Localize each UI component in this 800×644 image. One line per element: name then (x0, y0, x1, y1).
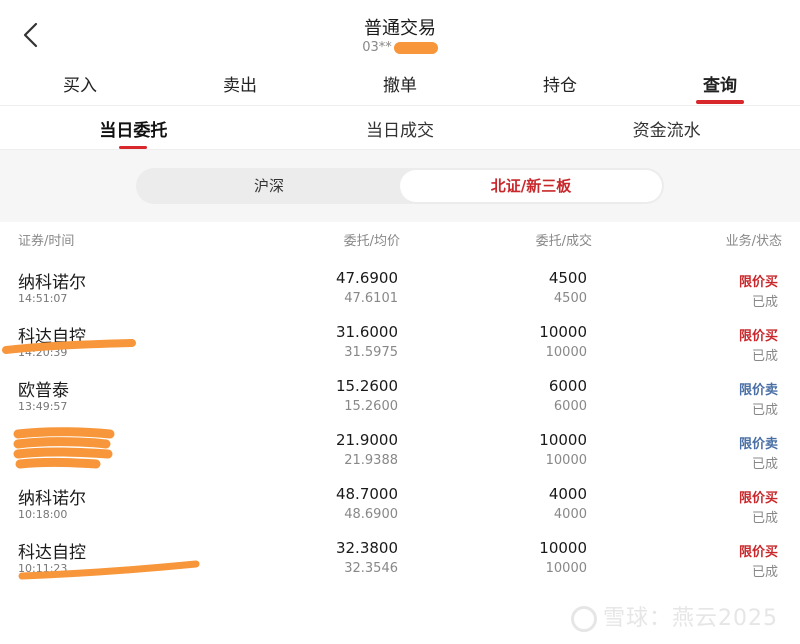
order-time: 13:49:57 (18, 400, 68, 413)
table-row[interactable]: 纳科诺尔 14:51:07 47.6900 47.6101 4500 4500 … (0, 268, 800, 322)
order-quantity: 10000 (539, 539, 587, 557)
account-redaction (393, 41, 438, 54)
tab-positions-label: 持仓 (543, 76, 577, 96)
sub-tabs: 当日委托 当日成交 资金流水 (0, 106, 800, 150)
filled-quantity: 4000 (553, 507, 587, 522)
table-header: 证券/时间 委托/均价 委托/成交 业务/状态 (0, 230, 800, 252)
average-price: 48.6900 (344, 507, 398, 522)
watermark-text: 雪球：燕云2025 (603, 606, 778, 631)
order-time: 10:11:23 (18, 562, 68, 575)
tab-fund-flow-label: 资金流水 (632, 121, 701, 141)
average-price: 32.3546 (344, 561, 398, 576)
filled-quantity: 4500 (553, 291, 587, 306)
segment-shanghai-shenzhen[interactable]: 沪深 (138, 170, 400, 202)
order-status: 已成 (751, 403, 778, 418)
table-row[interactable]: 21.9000 21.9388 10000 10000 限价卖 已成 (0, 430, 800, 484)
segment-beijing-neeq[interactable]: 北证/新三板 (400, 170, 662, 202)
average-price: 15.2600 (344, 399, 398, 414)
order-status: 已成 (751, 349, 778, 364)
order-time: 14:20:39 (18, 346, 68, 359)
average-price: 47.6101 (344, 291, 398, 306)
order-status: 已成 (751, 295, 778, 310)
watermark: 雪球：燕云2025 (571, 600, 778, 632)
filled-quantity: 6000 (553, 399, 587, 414)
table-row[interactable]: 科达自控 10:11:23 32.3800 32.3546 10000 1000… (0, 538, 800, 592)
filled-quantity: 10000 (545, 453, 587, 468)
account-number: 03** (0, 40, 800, 55)
tab-cancel[interactable]: 撤单 (320, 64, 480, 105)
header: 普通交易 03** (0, 0, 800, 62)
header-type-status: 业务/状态 (725, 234, 782, 249)
average-price: 31.5975 (344, 345, 398, 360)
tab-positions[interactable]: 持仓 (480, 64, 640, 105)
tab-cancel-label: 撤单 (383, 76, 417, 96)
tab-today-trades-label: 当日成交 (366, 121, 434, 141)
header-order-filled: 委托/成交 (535, 234, 592, 249)
order-status: 已成 (751, 511, 778, 526)
header-order-avg-price: 委托/均价 (343, 234, 400, 249)
order-quantity: 4500 (548, 269, 587, 287)
tab-buy-label: 买入 (63, 76, 97, 96)
tab-query-label: 查询 (703, 76, 737, 96)
tab-today-orders[interactable]: 当日委托 (0, 106, 267, 149)
active-subtab-indicator (119, 146, 148, 149)
tab-today-trades[interactable]: 当日成交 (267, 106, 534, 149)
table-row[interactable]: 纳科诺尔 10:18:00 48.7000 48.6900 4000 4000 … (0, 484, 800, 538)
account-number-text: 03** (362, 40, 392, 55)
header-security-time: 证券/时间 (18, 234, 75, 249)
page-title: 普通交易 (364, 18, 436, 39)
order-time: 14:51:07 (18, 292, 68, 305)
filled-quantity: 10000 (545, 345, 587, 360)
order-price: 31.6000 (335, 323, 398, 341)
average-price: 21.9388 (344, 453, 398, 468)
order-price: 15.2600 (335, 377, 398, 395)
order-status: 已成 (751, 457, 778, 472)
tab-sell-label: 卖出 (223, 76, 257, 96)
order-status: 已成 (751, 565, 778, 580)
order-price: 32.3800 (335, 539, 398, 557)
order-quantity: 4000 (548, 485, 587, 503)
tab-fund-flow[interactable]: 资金流水 (533, 106, 800, 149)
security-name: 科达自控 (18, 543, 86, 563)
order-type: 限价买 (738, 545, 778, 560)
order-quantity: 10000 (539, 323, 587, 341)
order-type: 限价买 (738, 329, 778, 344)
order-type: 限价买 (738, 275, 778, 290)
security-name: 科达自控 (18, 327, 86, 347)
security-name: 纳科诺尔 (18, 273, 86, 293)
security-name: 欧普泰 (18, 381, 69, 401)
table-row[interactable]: 欧普泰 13:49:57 15.2600 15.2600 6000 6000 限… (0, 376, 800, 430)
tab-today-orders-label: 当日委托 (99, 121, 168, 141)
xueqiu-logo-icon (571, 606, 597, 632)
order-quantity: 10000 (539, 431, 587, 449)
order-time: 10:18:00 (18, 508, 68, 521)
order-price: 47.6900 (335, 269, 398, 287)
order-price: 48.7000 (335, 485, 398, 503)
security-name: 纳科诺尔 (18, 489, 86, 509)
main-tabs: 买入 卖出 撤单 持仓 查询 (0, 64, 800, 106)
order-type: 限价卖 (738, 383, 778, 398)
tab-query[interactable]: 查询 (640, 64, 800, 105)
order-quantity: 6000 (548, 377, 587, 395)
table-row[interactable]: 科达自控 14:20:39 31.6000 31.5975 10000 1000… (0, 322, 800, 376)
active-tab-indicator (696, 100, 744, 104)
order-price: 21.9000 (335, 431, 398, 449)
market-segment-control: 沪深 北证/新三板 (136, 168, 664, 204)
order-type: 限价卖 (738, 437, 778, 452)
tab-buy[interactable]: 买入 (0, 64, 160, 105)
filled-quantity: 10000 (545, 561, 587, 576)
tab-sell[interactable]: 卖出 (160, 64, 320, 105)
order-type: 限价买 (738, 491, 778, 506)
